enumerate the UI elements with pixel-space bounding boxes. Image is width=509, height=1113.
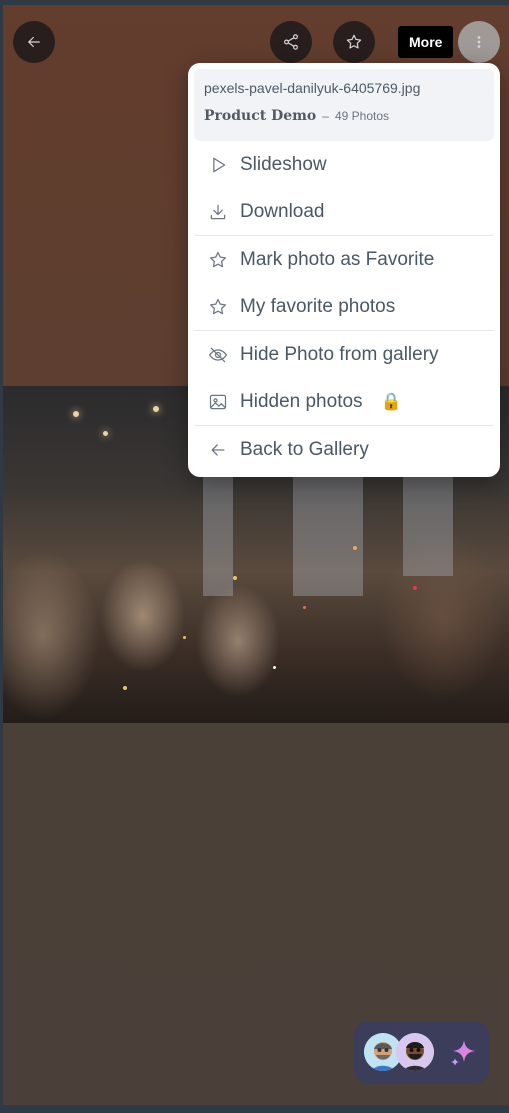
confetti (413, 586, 417, 590)
menu-header: pexels-pavel-danilyuk-6405769.jpg Produc… (194, 69, 494, 141)
menu-item-label: Slideshow (240, 153, 327, 175)
menu-item-label: Back to Gallery (240, 438, 369, 460)
more-menu: pexels-pavel-danilyuk-6405769.jpg Produc… (188, 63, 500, 477)
menu-item-slideshow[interactable]: Slideshow (188, 141, 500, 188)
arrow-left-icon (211, 443, 225, 456)
share-icon (284, 34, 298, 50)
menu-item-label: Hidden photos (240, 390, 363, 412)
star-icon (210, 251, 226, 267)
image-icon (209, 394, 227, 409)
chat-widget[interactable] (354, 1021, 489, 1084)
download-icon (210, 204, 226, 219)
sparkle-icon (451, 1040, 475, 1066)
star-icon (346, 34, 362, 49)
menu-item-hidden-photos[interactable]: Hidden photos 🔒 (188, 378, 500, 425)
string-light (103, 431, 108, 436)
avatar (396, 1033, 434, 1071)
window-shape (403, 476, 453, 576)
play-icon (213, 157, 226, 172)
menu-item-label: Download (240, 200, 325, 222)
confetti (353, 546, 357, 550)
confetti (123, 686, 127, 690)
window-shape (293, 466, 363, 596)
star-icon (210, 298, 226, 314)
separator: – (322, 109, 329, 123)
menu-item-label: My favorite photos (240, 295, 396, 317)
menu-item-label: Mark photo as Favorite (240, 248, 435, 270)
favorite-button[interactable] (333, 21, 375, 63)
more-tooltip: More (398, 26, 454, 58)
album-name: Product Demo (204, 108, 317, 124)
confetti (273, 666, 276, 669)
lock-icon: 🔒 (380, 391, 402, 411)
menu-item-label: Hide Photo from gallery (240, 343, 439, 365)
string-light (153, 406, 159, 412)
menu-item-mark-favorite[interactable]: Mark photo as Favorite (188, 236, 500, 283)
menu-item-favorite-photos[interactable]: My favorite photos (188, 283, 500, 330)
photo-filename: pexels-pavel-danilyuk-6405769.jpg (204, 80, 421, 96)
arrow-left-icon (28, 36, 40, 48)
menu-item-download[interactable]: Download (188, 188, 500, 235)
confetti (303, 606, 306, 609)
share-button[interactable] (270, 21, 312, 63)
confetti (183, 636, 186, 639)
string-light (73, 411, 79, 417)
back-button[interactable] (13, 21, 55, 63)
more-button[interactable] (458, 21, 500, 63)
more-vertical-icon (477, 36, 481, 48)
menu-item-hide-photo[interactable]: Hide Photo from gallery (188, 331, 500, 378)
eye-off-icon (209, 347, 227, 362)
menu-item-back-to-gallery[interactable]: Back to Gallery (188, 426, 500, 473)
album-info: Product Demo – 49 Photos (204, 108, 484, 124)
window-shape (203, 476, 233, 596)
photo-count: 49 Photos (334, 109, 390, 123)
confetti (233, 576, 237, 580)
